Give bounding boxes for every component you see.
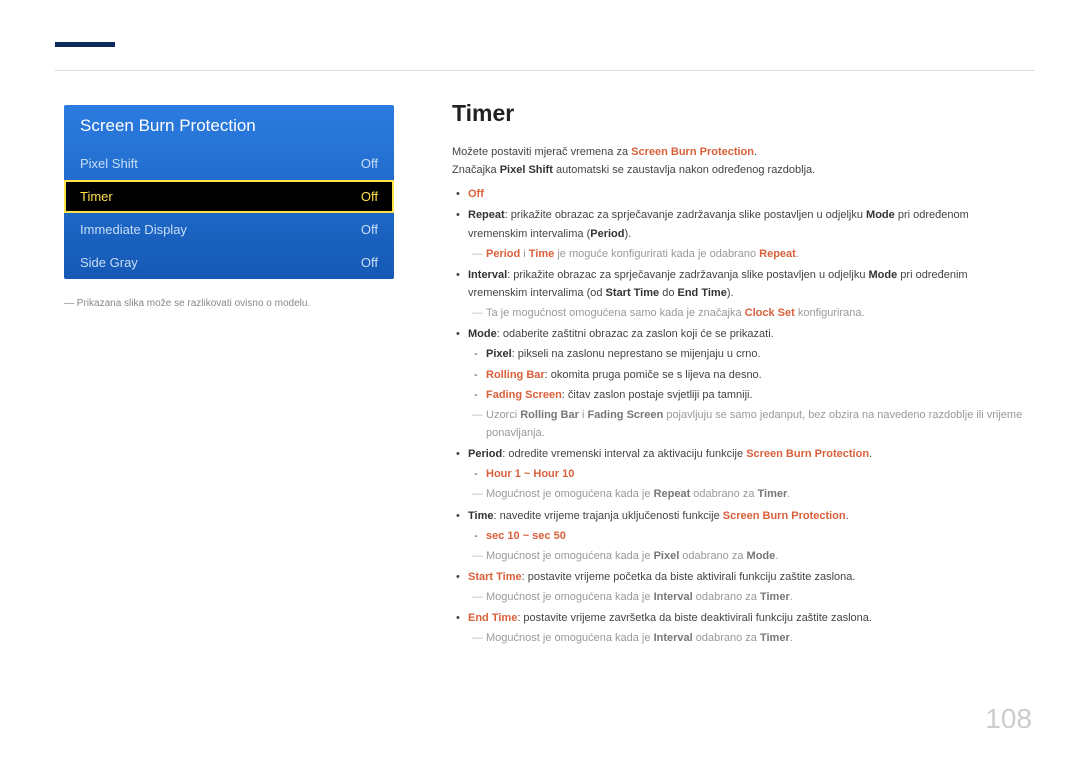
time-note: Mogućnost je omogućena kada je Pixel oda… (486, 547, 1028, 565)
osd-title: Screen Burn Protection (64, 105, 394, 147)
osd-row-value: Off (361, 189, 378, 204)
period-note: Mogućnost je omogućena kada je Repeat od… (486, 485, 1028, 503)
osd-row-label: Pixel Shift (80, 156, 138, 171)
sub-rolling: Rolling Bar: okomita pruga pomiče se s l… (486, 366, 1028, 384)
osd-row-label: Timer (80, 189, 113, 204)
page-number: 108 (985, 703, 1032, 735)
sub-pixel: Pixel: pikseli na zaslonu neprestano se … (486, 345, 1028, 363)
osd-row-value: Off (361, 222, 378, 237)
bullet-off: Off (468, 185, 1028, 203)
body-text: Možete postaviti mjerač vremena za Scree… (452, 143, 1028, 648)
bullet-period: Period: odredite vremenski interval za a… (468, 445, 1028, 503)
sub-fading: Fading Screen: čitav zaslon postaje svje… (486, 386, 1028, 404)
bullet-interval: Interval: prikažite obrazac za sprječava… (468, 266, 1028, 322)
mode-note: Uzorci Rolling Bar i Fading Screen pojav… (486, 406, 1028, 442)
bullet-starttime: Start Time: postavite vrijeme početka da… (468, 568, 1028, 606)
content-column: Timer Možete postaviti mjerač vremena za… (452, 100, 1028, 651)
interval-note: Ta je mogućnost omogućena samo kada je z… (486, 304, 1028, 322)
intro-line-1: Možete postaviti mjerač vremena za Scree… (452, 143, 1028, 161)
osd-panel: Screen Burn Protection Pixel Shift Off T… (64, 105, 394, 279)
header-rule (55, 70, 1035, 71)
osd-row-immediate-display[interactable]: Immediate Display Off (64, 213, 394, 246)
osd-row-timer[interactable]: Timer Off (64, 180, 394, 213)
bullet-endtime: End Time: postavite vrijeme završetka da… (468, 609, 1028, 647)
endtime-note: Mogućnost je omogućena kada je Interval … (486, 629, 1028, 647)
bullet-time: Time: navedite vrijeme trajanja uključen… (468, 507, 1028, 565)
period-range: Hour 1 ~ Hour 10 (486, 465, 1028, 483)
left-column: Screen Burn Protection Pixel Shift Off T… (64, 105, 394, 311)
bullet-mode: Mode: odaberite zaštitni obrazac za zasl… (468, 325, 1028, 442)
intro-line-2: Značajka Pixel Shift automatski se zaust… (452, 161, 1028, 179)
osd-row-side-gray[interactable]: Side Gray Off (64, 246, 394, 279)
osd-row-value: Off (361, 255, 378, 270)
osd-row-pixel-shift[interactable]: Pixel Shift Off (64, 147, 394, 180)
osd-row-label: Side Gray (80, 255, 138, 270)
osd-footnote: Prikazana slika može se razlikovati ovis… (64, 297, 394, 311)
section-title: Timer (452, 100, 1028, 127)
bullet-repeat: Repeat: prikažite obrazac za sprječavanj… (468, 206, 1028, 262)
time-range: sec 10 ~ sec 50 (486, 527, 1028, 545)
starttime-note: Mogućnost je omogućena kada je Interval … (486, 588, 1028, 606)
osd-row-value: Off (361, 156, 378, 171)
repeat-note: Period i Time je moguće konfigurirati ka… (486, 245, 1028, 263)
osd-row-label: Immediate Display (80, 222, 187, 237)
header-accent (55, 42, 115, 47)
